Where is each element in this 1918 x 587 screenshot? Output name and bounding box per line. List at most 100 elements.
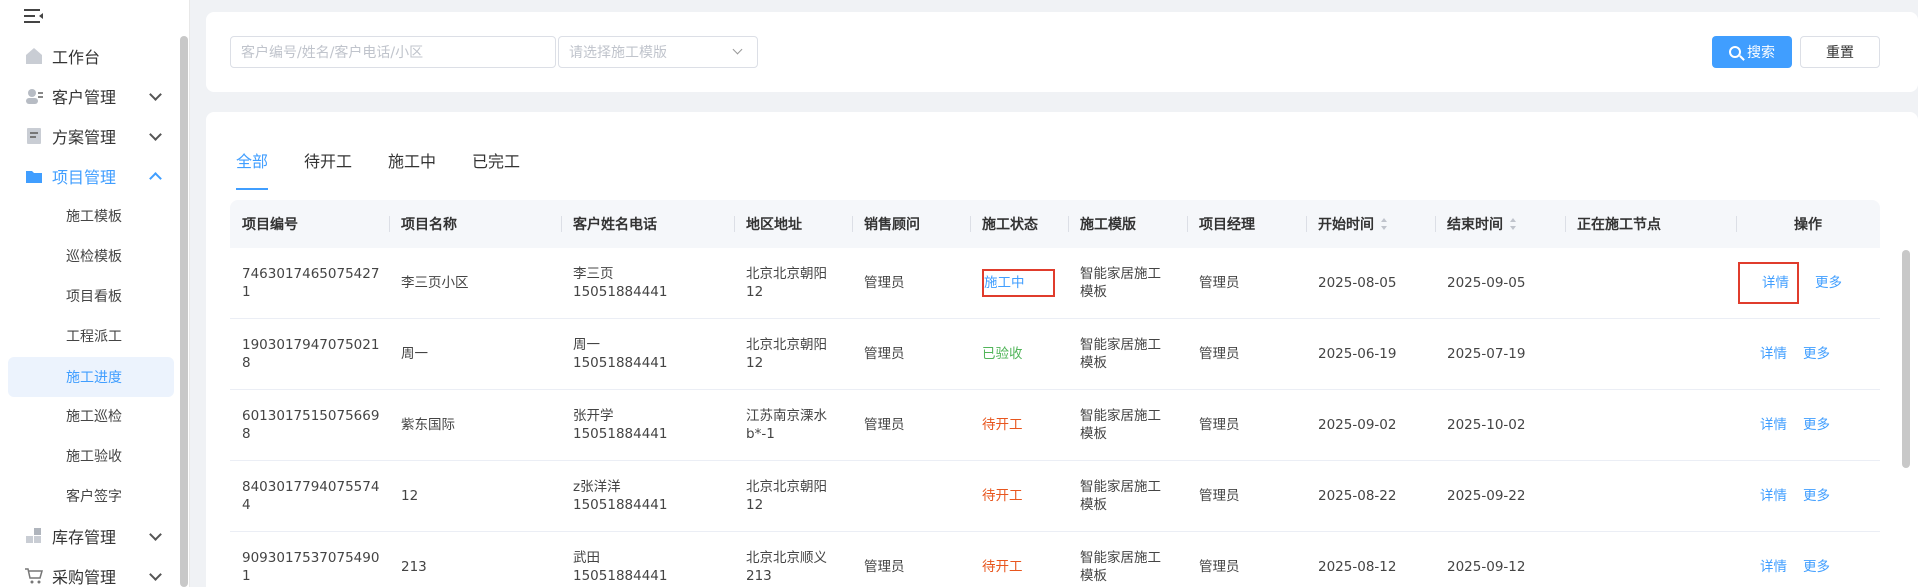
address: 北京北京朝阳	[746, 337, 827, 353]
search-button[interactable]: 搜索	[1712, 36, 1792, 68]
folder-icon	[26, 171, 42, 183]
start-time: 2025-09-02	[1318, 417, 1397, 433]
table-row: 8403017794075574 4 12 z张洋洋 15051884441 北京北…	[230, 461, 1880, 532]
project-manager: 管理员	[1199, 346, 1240, 362]
sidebar-subitem-signature[interactable]: 客户签字	[8, 476, 174, 516]
sort-icon[interactable]	[1509, 218, 1517, 230]
project-id-suffix: 8	[242, 426, 251, 442]
table-row: 1903017947075021 8 周一 周一 15051884441 北京北京朝…	[230, 319, 1880, 390]
sales-advisor	[852, 461, 970, 531]
menu-collapse-icon[interactable]	[24, 8, 44, 24]
detail-link[interactable]: 详情	[1760, 416, 1787, 434]
customer-icon	[26, 89, 43, 104]
sales-advisor: 管理员	[864, 275, 905, 291]
sales-advisor: 管理员	[864, 346, 905, 362]
sidebar-subitem-inspection[interactable]: 施工巡检	[8, 396, 174, 436]
sidebar-item-customer[interactable]: 客户管理	[8, 76, 174, 116]
customer-name: 武田	[573, 550, 600, 566]
header-current-node: 正在施工节点	[1565, 200, 1736, 248]
customer-phone: 15051884441	[573, 426, 668, 442]
customer-phone: 15051884441	[573, 355, 668, 371]
more-link[interactable]: 更多	[1803, 345, 1830, 363]
current-node	[1565, 461, 1736, 531]
detail-link[interactable]: 详情	[1760, 345, 1787, 363]
header-customer: 客户姓名电话	[561, 200, 734, 248]
project-id: 1903017947075021	[242, 337, 380, 353]
tab-in-progress[interactable]: 施工中	[388, 148, 436, 192]
more-link[interactable]: 更多	[1815, 274, 1842, 292]
project-id: 8403017794075574	[242, 479, 380, 495]
current-node	[1565, 390, 1736, 460]
project-name: 周一	[401, 346, 428, 362]
sidebar-item-label: 库存管理	[52, 528, 117, 547]
status-badge: 待开工	[982, 488, 1023, 504]
search-button-label: 搜索	[1747, 45, 1775, 61]
more-link[interactable]: 更多	[1803, 416, 1830, 434]
detail-link[interactable]: 详情	[1760, 487, 1787, 505]
tab-completed[interactable]: 已完工	[472, 148, 520, 192]
address: 江苏南京溧水	[746, 408, 827, 424]
sidebar-subitem-project-board[interactable]: 项目看板	[8, 276, 174, 316]
project-table: 项目编号 项目名称 客户姓名电话 地区地址 销售顾问 施工状态 施工模版 项目经…	[230, 200, 1880, 587]
customer-phone: 15051884441	[573, 284, 668, 300]
sidebar-item-inventory[interactable]: 库存管理	[8, 516, 174, 556]
keyword-search-input[interactable]: 客户编号/姓名/客户电话/小区	[230, 36, 556, 68]
detail-link[interactable]: 详情	[1760, 558, 1787, 576]
tab-pending[interactable]: 待开工	[304, 148, 352, 192]
more-link[interactable]: 更多	[1803, 558, 1830, 576]
document-icon	[27, 128, 41, 144]
chevron-down-icon	[149, 88, 162, 101]
sidebar-item-label: 客户管理	[52, 88, 117, 107]
project-name: 李三页小区	[401, 275, 469, 291]
sidebar-item-workbench[interactable]: 工作台	[8, 36, 174, 76]
project-manager: 管理员	[1199, 488, 1240, 504]
status-badge: 待开工	[982, 417, 1023, 433]
template-name-suffix: 模板	[1080, 497, 1107, 513]
sidebar-subitem-dispatch[interactable]: 工程派工	[8, 316, 174, 356]
start-time: 2025-08-05	[1318, 275, 1397, 291]
more-link[interactable]: 更多	[1803, 487, 1830, 505]
detail-link[interactable]: 详情	[1738, 262, 1799, 304]
sales-advisor: 管理员	[864, 417, 905, 433]
template-name: 智能家居施工	[1080, 479, 1161, 495]
project-name: 紫东国际	[401, 417, 455, 433]
sidebar-subitem-construction-template[interactable]: 施工模板	[8, 196, 174, 236]
table-scrollbar[interactable]	[1902, 250, 1910, 468]
project-id-suffix: 1	[242, 568, 251, 584]
header-project-name: 项目名称	[389, 200, 561, 248]
sidebar-item-project[interactable]: 项目管理	[8, 156, 174, 196]
sidebar-subitem-progress[interactable]: 施工进度	[8, 357, 174, 397]
inventory-icon	[26, 528, 41, 543]
start-time: 2025-08-12	[1318, 559, 1397, 575]
header-start-time[interactable]: 开始时间	[1306, 200, 1435, 248]
address: 北京北京顺义	[746, 550, 827, 566]
project-name: 213	[401, 559, 427, 575]
sidebar: 工作台 客户管理 方案管理 项目管理 施工模板 巡检模板 项目看板 工程派工 施…	[0, 0, 190, 587]
sales-advisor: 管理员	[864, 559, 905, 575]
sidebar-subitem-inspection-template[interactable]: 巡检模板	[8, 236, 174, 276]
template-select[interactable]: 请选择施工模版	[558, 36, 758, 68]
header-end-time[interactable]: 结束时间	[1435, 200, 1565, 248]
sidebar-scrollbar[interactable]	[180, 36, 188, 587]
status-badge: 已验收	[982, 346, 1023, 362]
template-name-suffix: 模板	[1080, 426, 1107, 442]
table-header: 项目编号 项目名称 客户姓名电话 地区地址 销售顾问 施工状态 施工模版 项目经…	[230, 200, 1880, 248]
project-list-panel: 全部 待开工 施工中 已完工 项目编号 项目名称 客户姓名电话 地区地址 销售顾…	[206, 112, 1918, 587]
template-name-suffix: 模板	[1080, 355, 1107, 371]
template-name: 智能家居施工	[1080, 266, 1161, 282]
header-end-time-label: 结束时间	[1447, 217, 1503, 233]
chevron-down-icon	[149, 128, 162, 141]
project-manager: 管理员	[1199, 559, 1240, 575]
tab-all[interactable]: 全部	[236, 148, 269, 192]
customer-name: 张开学	[573, 408, 614, 424]
header-status: 施工状态	[970, 200, 1068, 248]
sidebar-item-purchase[interactable]: 采购管理	[8, 556, 174, 587]
address-detail: 213	[746, 568, 772, 584]
sort-icon[interactable]	[1380, 218, 1388, 230]
template-name: 智能家居施工	[1080, 550, 1161, 566]
sidebar-item-plan[interactable]: 方案管理	[8, 116, 174, 156]
sidebar-subitem-acceptance[interactable]: 施工验收	[8, 436, 174, 476]
reset-button[interactable]: 重置	[1800, 36, 1880, 68]
end-time: 2025-09-05	[1447, 275, 1526, 291]
start-time: 2025-06-19	[1318, 346, 1397, 362]
